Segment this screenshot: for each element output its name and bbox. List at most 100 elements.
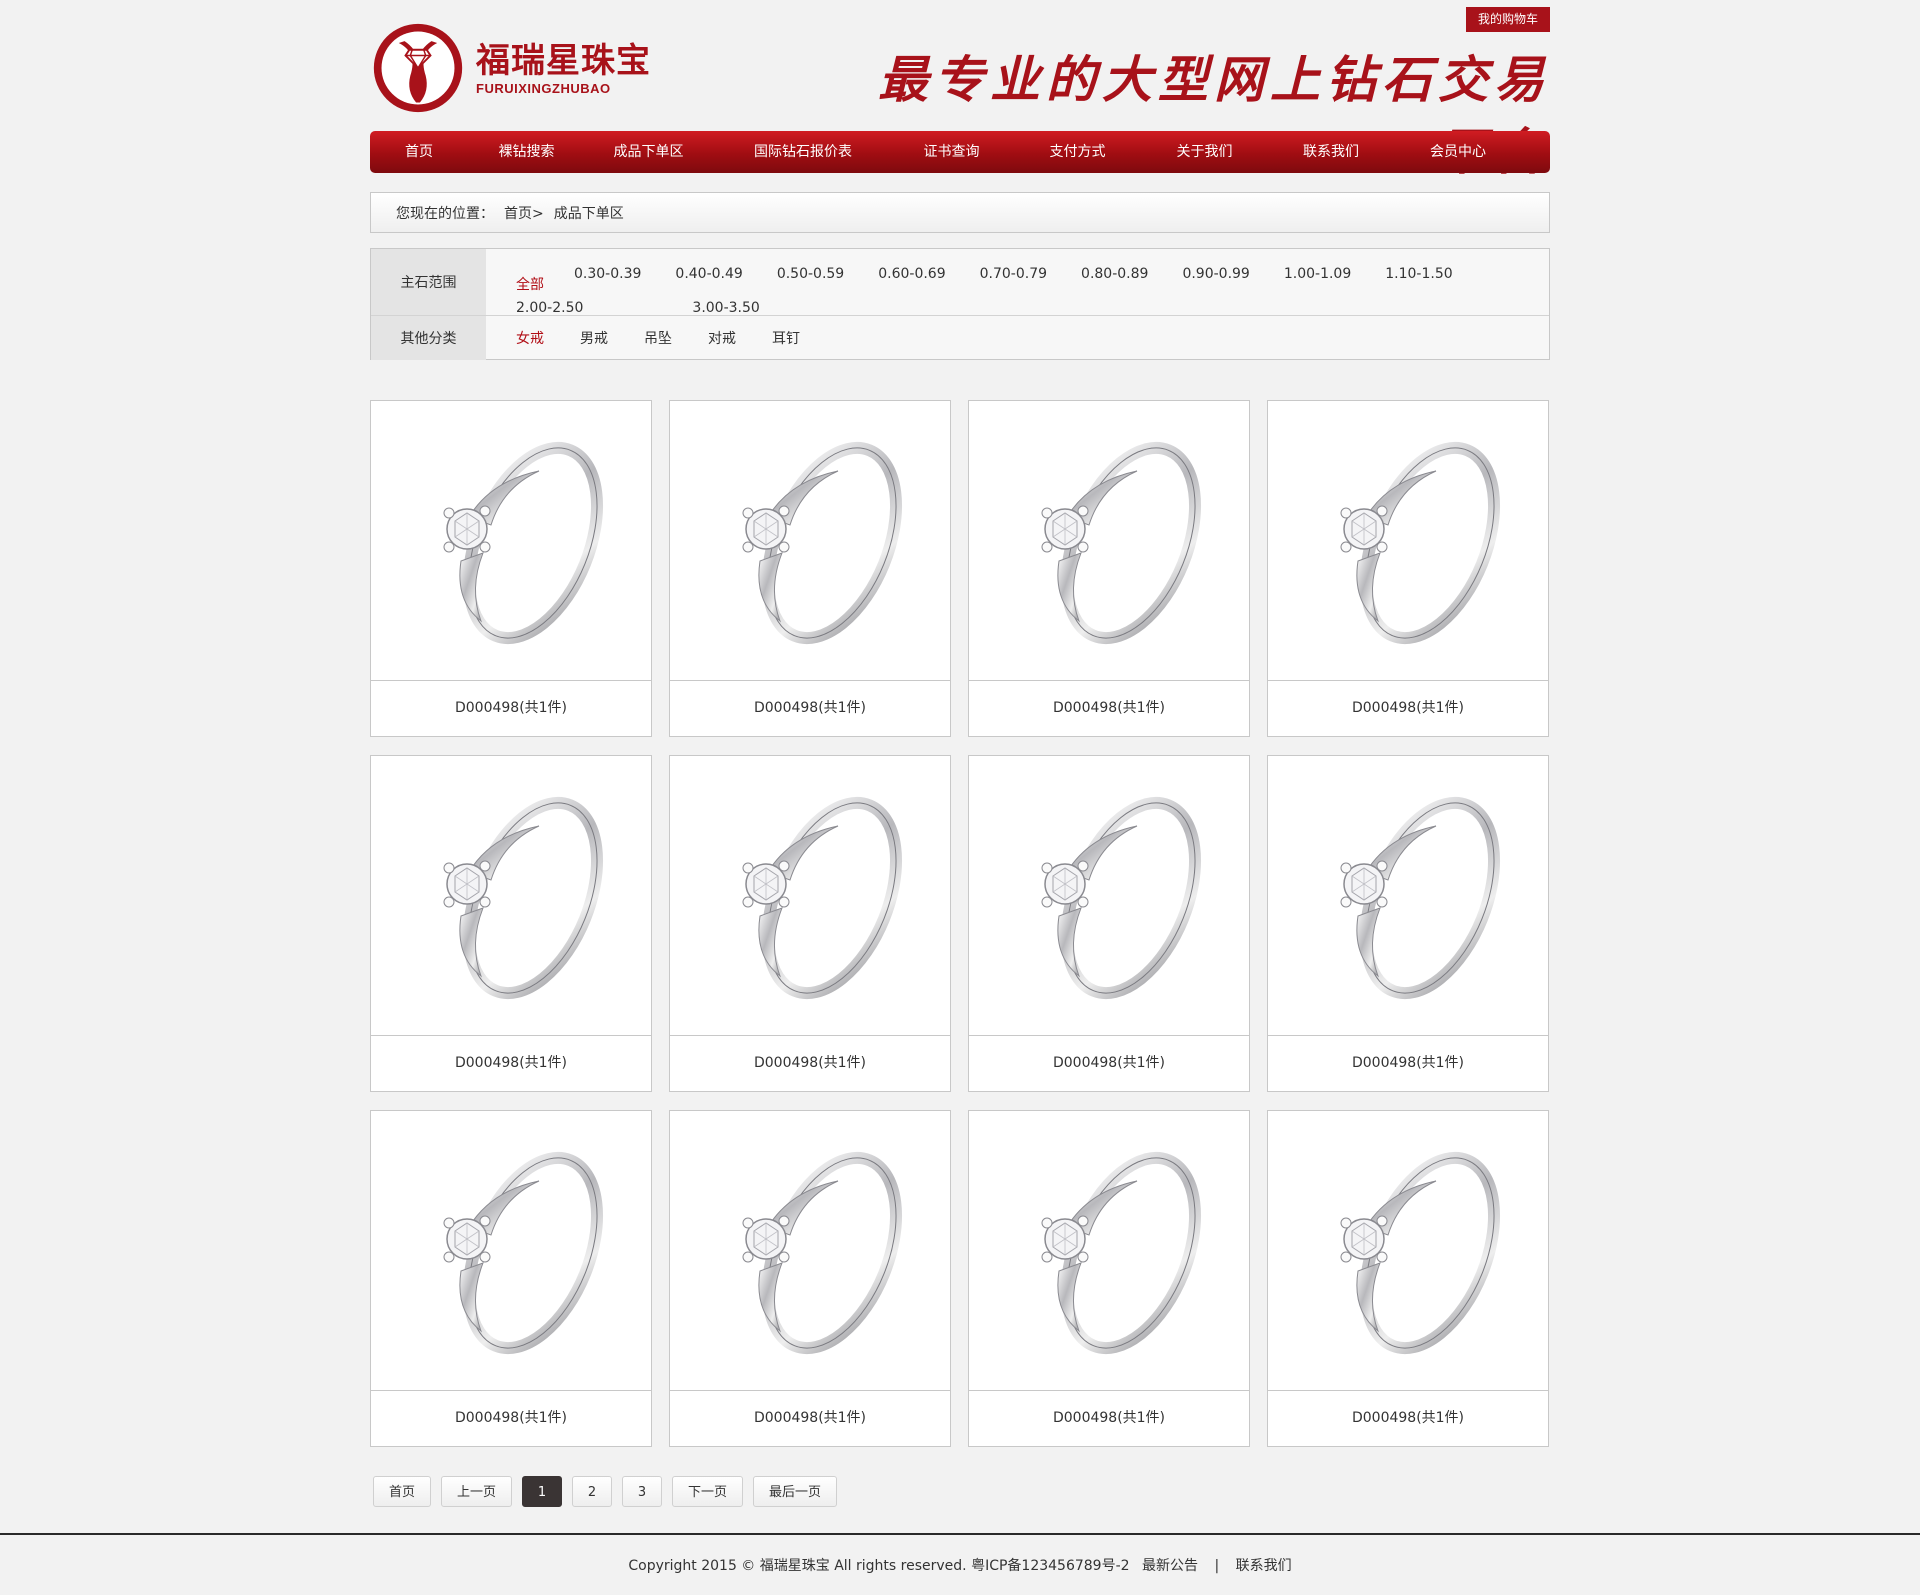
nav-certificate[interactable]: 证书查询 xyxy=(894,131,1009,173)
ring-image-icon xyxy=(1340,441,1501,644)
footer-separator: | xyxy=(1214,1558,1220,1574)
page-next-button[interactable]: 下一页 xyxy=(672,1476,744,1507)
logo-mark-icon xyxy=(373,23,463,113)
footer: Copyright 2015 © 福瑞星珠宝 All rights reserv… xyxy=(0,1555,1920,1575)
product-card[interactable]: D000498(共1件) xyxy=(968,1110,1250,1447)
stone-option-all[interactable]: 全部 xyxy=(516,274,544,297)
main-nav: 首页 裸钻搜索 成品下单区 国际钻石报价表 证书查询 支付方式 关于我们 联系我… xyxy=(370,131,1550,173)
stone-option[interactable]: 0.90-0.99 xyxy=(1182,263,1249,286)
product-card[interactable]: D000498(共1件) xyxy=(370,755,652,1092)
product-card[interactable]: D000498(共1件) xyxy=(1267,400,1549,737)
page-1-button[interactable]: 1 xyxy=(522,1476,563,1507)
product-image[interactable] xyxy=(371,401,651,681)
product-card[interactable]: D000498(共1件) xyxy=(669,400,951,737)
product-image[interactable] xyxy=(670,756,950,1036)
page-2-button[interactable]: 2 xyxy=(572,1476,613,1507)
ring-image-icon xyxy=(742,796,903,999)
product-grid: D000498(共1件) D000498(共1件) D000498(共1件) D… xyxy=(370,400,1550,1447)
product-image[interactable] xyxy=(670,1111,950,1391)
logo-cn: 福瑞星珠宝 xyxy=(476,40,651,81)
product-image[interactable] xyxy=(969,401,1249,681)
product-card[interactable]: D000498(共1件) xyxy=(1267,755,1549,1092)
stone-option[interactable]: 0.60-0.69 xyxy=(878,263,945,286)
product-title[interactable]: D000498(共1件) xyxy=(1268,1391,1548,1446)
cart-button[interactable]: 我的购物车 xyxy=(1466,7,1550,32)
page-3-button[interactable]: 3 xyxy=(622,1476,663,1507)
stone-option[interactable]: 0.80-0.89 xyxy=(1081,263,1148,286)
stone-option[interactable]: 0.40-0.49 xyxy=(675,263,742,286)
stone-option[interactable]: 0.30-0.39 xyxy=(574,263,641,286)
breadcrumb-label: 您现在的位置： xyxy=(396,205,494,222)
category-option-earring[interactable]: 耳钉 xyxy=(772,328,800,348)
breadcrumb: 您现在的位置： 首页> 成品下单区 xyxy=(370,192,1550,233)
ring-image-icon xyxy=(1041,1151,1202,1354)
category-option-men-ring[interactable]: 男戒 xyxy=(580,328,608,348)
product-title[interactable]: D000498(共1件) xyxy=(1268,1036,1548,1091)
ring-image-icon xyxy=(443,1151,604,1354)
product-card[interactable]: D000498(共1件) xyxy=(669,1110,951,1447)
nav-member[interactable]: 会员中心 xyxy=(1399,131,1517,173)
stone-option[interactable]: 0.70-0.79 xyxy=(980,263,1047,286)
stone-option[interactable]: 1.00-1.09 xyxy=(1284,263,1351,286)
category-option-pendant[interactable]: 吊坠 xyxy=(644,328,672,348)
footer-notice-link[interactable]: 最新公告 xyxy=(1142,1558,1198,1574)
product-title[interactable]: D000498(共1件) xyxy=(371,1036,651,1091)
page-first-button[interactable]: 首页 xyxy=(373,1476,432,1507)
product-image[interactable] xyxy=(969,756,1249,1036)
ring-image-icon xyxy=(1340,1151,1501,1354)
product-image[interactable] xyxy=(371,756,651,1036)
nav-diamond-search[interactable]: 裸钻搜索 xyxy=(468,131,585,173)
product-title[interactable]: D000498(共1件) xyxy=(371,1391,651,1446)
product-card[interactable]: D000498(共1件) xyxy=(1267,1110,1549,1447)
breadcrumb-current[interactable]: 成品下单区 xyxy=(554,203,624,223)
product-title[interactable]: D000498(共1件) xyxy=(670,681,950,736)
nav-products[interactable]: 成品下单区 xyxy=(585,131,712,173)
product-title[interactable]: D000498(共1件) xyxy=(371,681,651,736)
logo-en: FURUIXINGZHUBAO xyxy=(476,80,611,96)
ring-image-icon xyxy=(1041,441,1202,644)
page-last-button[interactable]: 最后一页 xyxy=(753,1476,838,1507)
ring-image-icon xyxy=(742,441,903,644)
nav-home[interactable]: 首页 xyxy=(370,131,468,173)
product-image[interactable] xyxy=(969,1111,1249,1391)
product-title[interactable]: D000498(共1件) xyxy=(969,1391,1249,1446)
product-title[interactable]: D000498(共1件) xyxy=(969,1036,1249,1091)
product-card[interactable]: D000498(共1件) xyxy=(370,400,652,737)
nav-contact[interactable]: 联系我们 xyxy=(1263,131,1399,173)
other-category-label: 其他分类 xyxy=(371,316,486,360)
product-card[interactable]: D000498(共1件) xyxy=(968,400,1250,737)
product-card[interactable]: D000498(共1件) xyxy=(370,1110,652,1447)
nav-payment[interactable]: 支付方式 xyxy=(1009,131,1146,173)
footer-contact-link[interactable]: 联系我们 xyxy=(1236,1558,1292,1574)
pagination: 首页 上一页 1 2 3 下一页 最后一页 xyxy=(373,1476,847,1507)
footer-divider xyxy=(0,1533,1920,1535)
product-title[interactable]: D000498(共1件) xyxy=(969,681,1249,736)
product-image[interactable] xyxy=(1268,756,1548,1036)
nav-about[interactable]: 关于我们 xyxy=(1146,131,1263,173)
filter-panel: 主石范围 全部 0.30-0.39 0.40-0.49 0.50-0.59 0.… xyxy=(370,248,1550,360)
stone-option[interactable]: 0.50-0.59 xyxy=(777,263,844,286)
product-title[interactable]: D000498(共1件) xyxy=(1268,681,1548,736)
product-image[interactable] xyxy=(1268,1111,1548,1391)
footer-copyright: Copyright 2015 © 福瑞星珠宝 All rights reserv… xyxy=(628,1558,1130,1574)
ring-image-icon xyxy=(443,441,604,644)
ring-image-icon xyxy=(742,1151,903,1354)
ring-image-icon xyxy=(1340,796,1501,999)
product-image[interactable] xyxy=(1268,401,1548,681)
product-card[interactable]: D000498(共1件) xyxy=(669,755,951,1092)
product-image[interactable] xyxy=(371,1111,651,1391)
breadcrumb-home[interactable]: 首页> xyxy=(504,203,544,223)
product-image[interactable] xyxy=(670,401,950,681)
category-option-couple-ring[interactable]: 对戒 xyxy=(708,328,736,348)
ring-image-icon xyxy=(1041,796,1202,999)
stone-option[interactable]: 1.10-1.50 xyxy=(1385,263,1452,286)
product-card[interactable]: D000498(共1件) xyxy=(968,755,1250,1092)
ring-image-icon xyxy=(443,796,604,999)
nav-price-list[interactable]: 国际钻石报价表 xyxy=(712,131,894,173)
product-title[interactable]: D000498(共1件) xyxy=(670,1036,950,1091)
logo[interactable]: 福瑞星珠宝 FURUIXINGZHUBAO xyxy=(370,18,651,118)
product-title[interactable]: D000498(共1件) xyxy=(670,1391,950,1446)
category-option-women-ring[interactable]: 女戒 xyxy=(516,328,544,348)
page-prev-button[interactable]: 上一页 xyxy=(441,1476,513,1507)
stone-range-label: 主石范围 xyxy=(371,249,486,315)
